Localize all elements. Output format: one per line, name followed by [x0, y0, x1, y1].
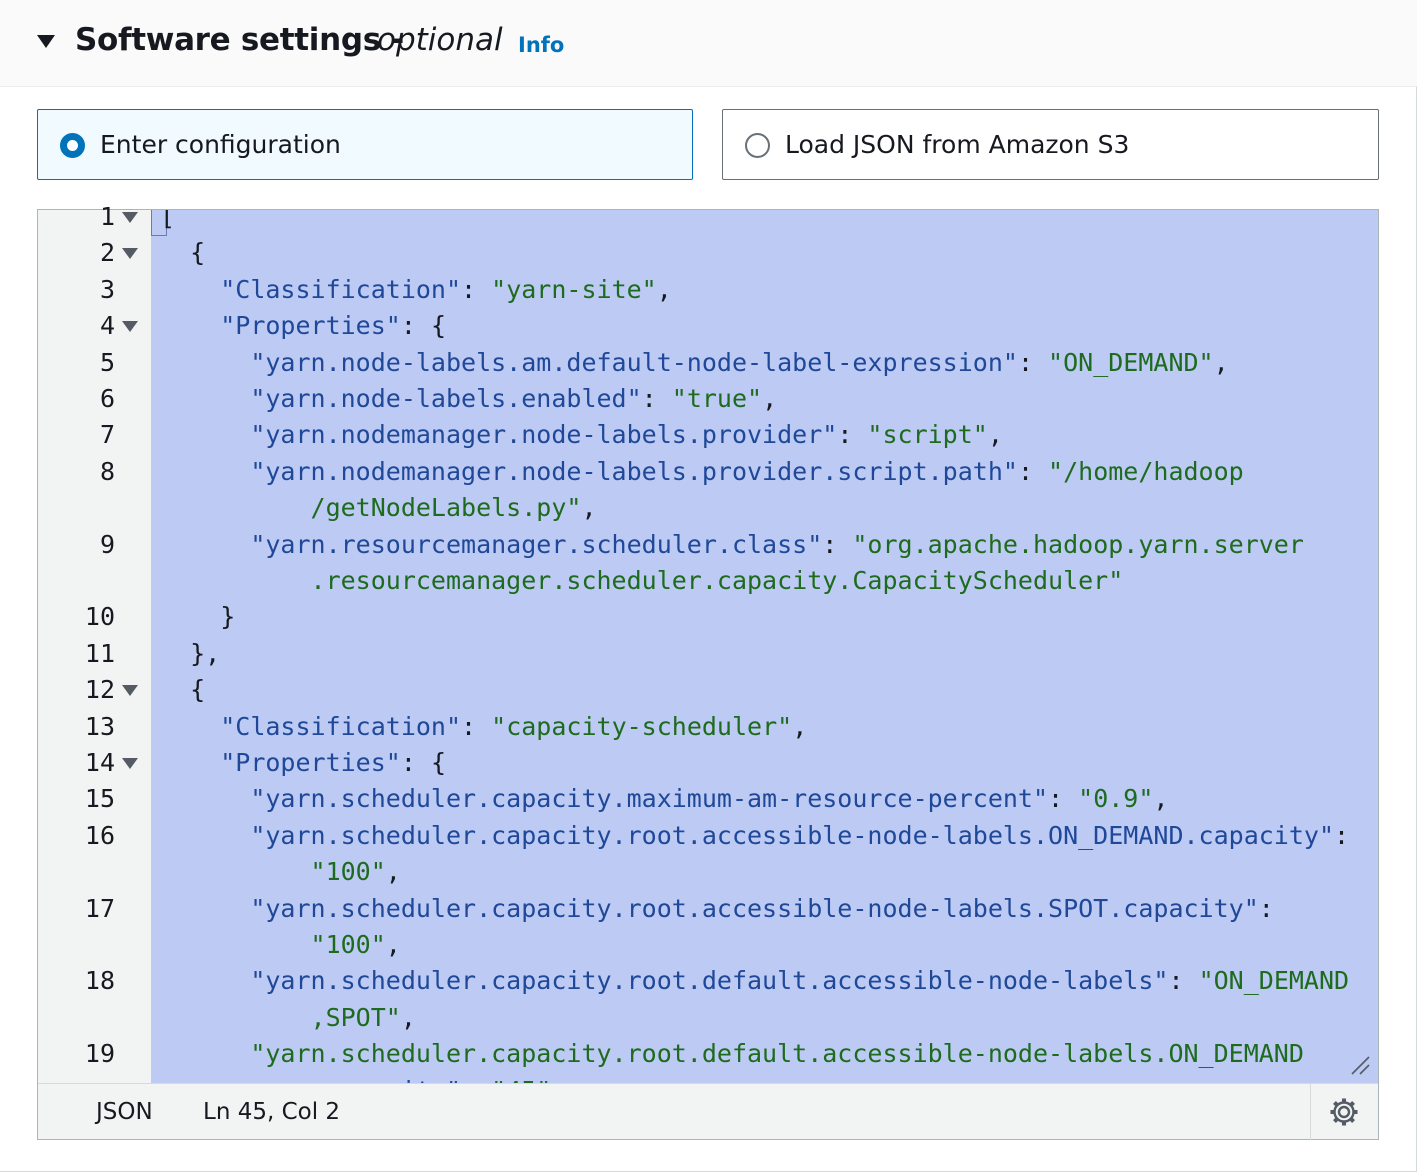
line-number: 14 [84, 748, 115, 777]
fold-triangle-icon[interactable] [122, 685, 138, 697]
cursor-position: Ln 45, Col 2 [203, 1099, 341, 1125]
code-line-wrapped: .capacity": "45", [160, 1076, 567, 1083]
fold-triangle-icon[interactable] [122, 321, 138, 333]
code-line: "yarn.nodemanager.node-labels.provider":… [250, 420, 1003, 450]
line-number: 5 [99, 347, 115, 377]
line-number: 4 [99, 311, 115, 341]
code-line-wrapped: "100", [310, 857, 401, 887]
code-line-wrapped: ,SPOT", [310, 1002, 416, 1032]
collapse-caret-icon[interactable] [37, 35, 55, 48]
fold-triangle-icon[interactable] [122, 758, 138, 769]
line-number-gutter: 1 2 3 4 5 6 7 8 9 10 11 12 13 14 15 16 17 18 19 [38, 202, 151, 1083]
line-number: 1 [99, 202, 115, 231]
info-link[interactable]: Info [518, 33, 564, 57]
code-line: "Classification": "capacity-scheduler", [220, 711, 808, 741]
code-line: "yarn.nodemanager.node-labels.provider.s… [250, 456, 1244, 486]
line-number: 10 [84, 602, 115, 632]
enter-configuration-label: Enter configuration [100, 130, 341, 159]
section-header: Software settings - optional Info [0, 0, 1417, 87]
code-line: { [160, 675, 206, 705]
code-line: } [160, 602, 236, 632]
resize-handle-icon[interactable] [1350, 1055, 1370, 1075]
code-line: "Classification": "yarn-site", [220, 274, 672, 304]
line-number: 12 [84, 675, 115, 705]
code-line: "Properties": { [220, 748, 446, 777]
line-number: 11 [84, 638, 115, 668]
line-number: 3 [99, 274, 115, 304]
line-number: 9 [99, 529, 115, 559]
load-json-s3-option[interactable]: Load JSON from Amazon S3 [722, 109, 1379, 180]
editor-status-bar: JSON Ln 45, Col 2 [38, 1083, 1378, 1140]
code-line-wrapped: "100", [310, 930, 401, 959]
code-line: }, [160, 638, 221, 668]
gear-icon [1330, 1098, 1358, 1126]
line-number: 16 [84, 820, 115, 850]
code-line: "yarn.scheduler.capacity.root.accessible… [250, 893, 1274, 923]
section-title-optional: optional [377, 22, 503, 58]
code-line: "yarn.scheduler.capacity.maximum-am-reso… [250, 784, 1169, 814]
code-line-wrapped: /getNodeLabels.py", [310, 493, 597, 523]
editor-settings-button[interactable] [1310, 1084, 1378, 1140]
code-line: "yarn.node-labels.am.default-node-label-… [250, 347, 1229, 377]
radio-unselected-icon[interactable] [745, 133, 770, 158]
code-line: { [160, 238, 206, 268]
line-number: 19 [84, 1039, 115, 1069]
code-editor-text-area[interactable]: [ { "Classification": "yarn-site", "Prop… [151, 210, 1378, 1083]
code-line: "yarn.node-labels.enabled": "true", [250, 384, 778, 413]
code-line: "yarn.scheduler.capacity.root.accessible… [250, 820, 1350, 850]
section-title: Software settings - [75, 22, 405, 58]
line-number: 2 [99, 238, 115, 268]
line-number: 13 [84, 711, 115, 741]
code-line: "yarn.scheduler.capacity.root.default.ac… [250, 966, 1350, 996]
editor-language-mode: JSON [96, 1099, 153, 1125]
load-json-s3-label: Load JSON from Amazon S3 [785, 130, 1130, 159]
line-number: 18 [84, 966, 115, 996]
software-settings-panel: Software settings - optional Info Enter … [0, 0, 1417, 1172]
line-number: 6 [99, 384, 115, 413]
line-number: 17 [84, 893, 115, 923]
line-number: 15 [84, 784, 115, 814]
code-line-wrapped: .resourcemanager.scheduler.capacity.Capa… [310, 566, 1124, 595]
enter-configuration-option[interactable]: Enter configuration [37, 109, 693, 180]
json-code-editor: 1 2 3 4 5 6 7 8 9 10 11 12 13 14 15 16 17 18 19 [ { "Class… [37, 202, 1379, 1140]
line-number: 7 [99, 420, 115, 450]
line-number: 8 [99, 456, 115, 486]
code-line: "Properties": { [220, 311, 446, 341]
fold-triangle-icon[interactable] [122, 212, 138, 223]
radio-selected-icon[interactable] [60, 133, 85, 158]
code-line: [ [160, 210, 176, 231]
fold-triangle-icon[interactable] [122, 248, 138, 260]
code-line: "yarn.scheduler.capacity.root.default.ac… [250, 1039, 1304, 1069]
code-line: "yarn.resourcemanager.scheduler.class": … [250, 529, 1304, 559]
